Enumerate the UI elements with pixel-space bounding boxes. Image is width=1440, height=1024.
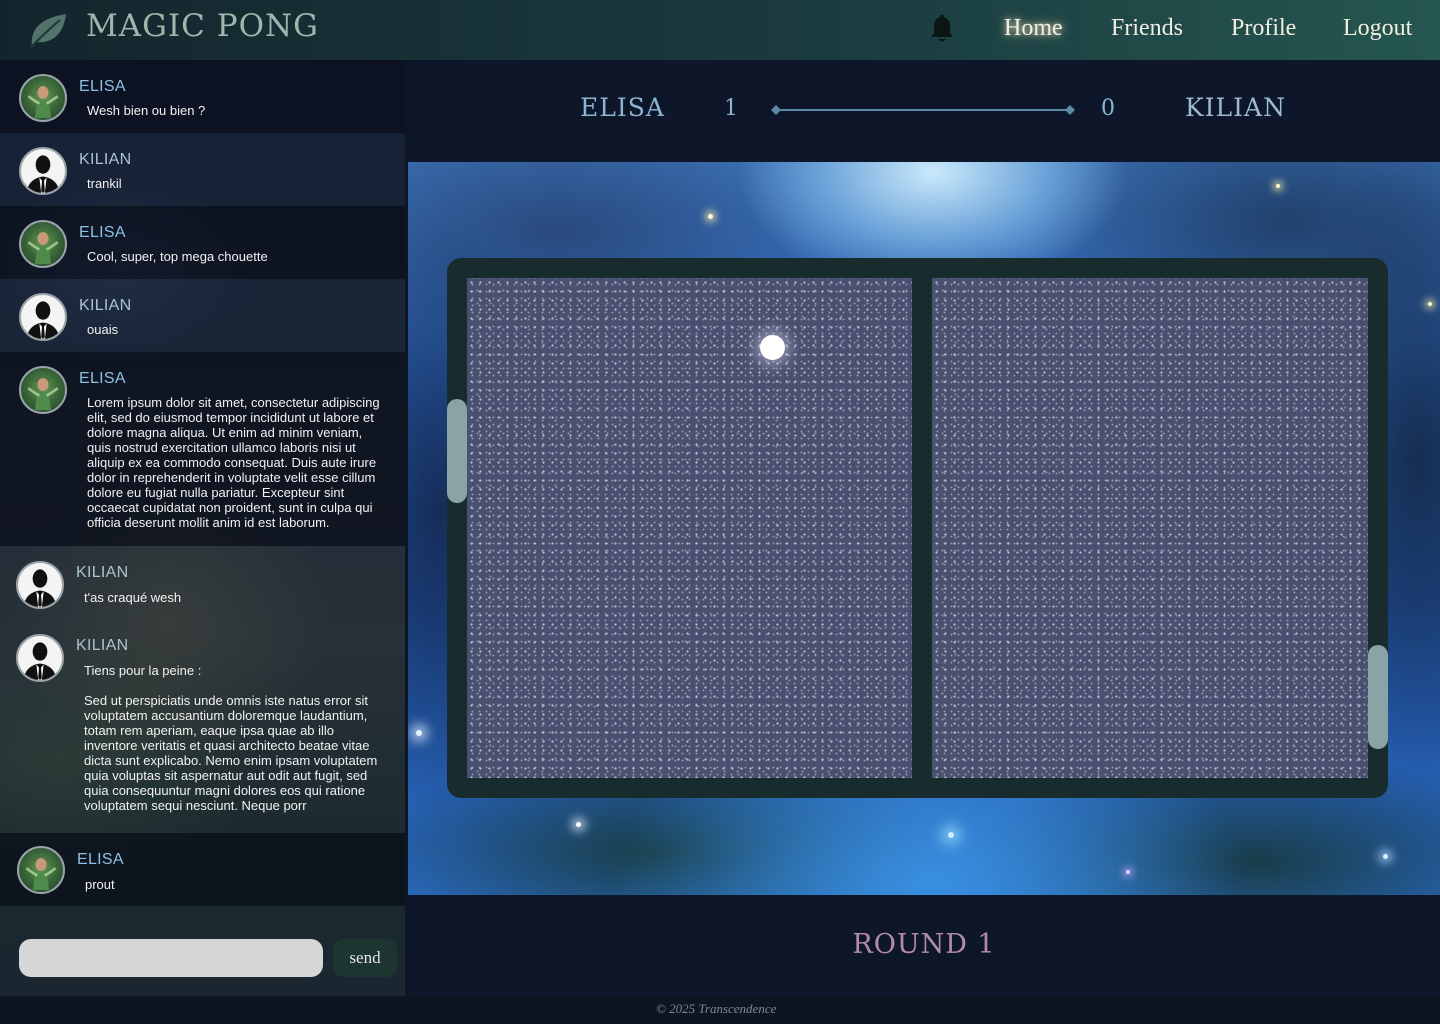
nav-link-home[interactable]: Home — [1004, 15, 1063, 42]
user-silhouette-icon — [26, 155, 60, 193]
player1-score: 1 — [724, 96, 738, 121]
message-text: Lorem ipsum dolor sit amet, consectetur … — [87, 395, 384, 530]
message-text: Wesh bien ou bien ? — [87, 103, 206, 118]
message-author: ELISA — [79, 224, 126, 241]
sparkle — [576, 822, 581, 827]
sparkle — [1428, 302, 1432, 306]
chat-message: KILIAN t'as craqué wesh — [0, 546, 405, 619]
user-silhouette-icon — [23, 642, 57, 680]
chat-message: KILIAN ouais — [0, 279, 405, 352]
message-author: KILIAN — [79, 151, 132, 168]
avatar[interactable] — [19, 147, 67, 195]
round-panel: ROUND 1 — [408, 895, 1440, 996]
round-label: ROUND 1 — [852, 929, 996, 960]
message-author: KILIAN — [76, 564, 129, 581]
avatar[interactable] — [19, 74, 67, 122]
avatar[interactable] — [19, 366, 67, 414]
nav-link-friends[interactable]: Friends — [1111, 15, 1183, 42]
message-text: trankil — [87, 176, 122, 191]
ball — [760, 335, 785, 360]
nav-link-logout[interactable]: Logout — [1343, 15, 1412, 42]
nav-link-profile[interactable]: Profile — [1231, 15, 1296, 42]
chat-message: ELISA Lorem ipsum dolor sit amet, consec… — [0, 352, 405, 546]
avatar[interactable] — [16, 561, 64, 609]
fairy-avatar-icon — [27, 376, 59, 411]
fairy-avatar-icon — [25, 856, 57, 891]
user-silhouette-icon — [23, 569, 57, 607]
navbar: MAGIC PONG Home Friends Profile Logout — [0, 0, 1440, 60]
message-text: prout — [85, 877, 115, 892]
left-field — [467, 278, 912, 778]
scoreboard: ELISA 1 0 KILIAN — [408, 60, 1440, 162]
sparkle — [1126, 870, 1130, 874]
sparkle — [1276, 184, 1280, 188]
message-text: ouais — [87, 322, 119, 337]
message-author: ELISA — [79, 78, 126, 95]
chat-message: ELISA Cool, super, top mega chouette — [0, 206, 405, 279]
send-button[interactable]: send — [333, 939, 397, 977]
fairy-avatar-icon — [27, 230, 59, 265]
chat-message: ELISA prout — [0, 833, 405, 906]
footer: © 2025 Transcendence — [0, 996, 1440, 1024]
leaf-icon[interactable] — [26, 10, 70, 50]
user-silhouette-icon — [26, 301, 60, 339]
message-author: KILIAN — [76, 637, 129, 654]
chat-message: KILIAN Tiens pour la peine : Sed ut pers… — [0, 619, 405, 833]
footer-text: © 2025 Transcendence — [656, 1001, 777, 1016]
sparkle — [1383, 854, 1388, 859]
score-divider — [771, 105, 1075, 115]
sparkle — [948, 832, 954, 838]
message-author: ELISA — [79, 370, 126, 387]
message-text: Tiens pour la peine : Sed ut perspiciati… — [84, 663, 378, 813]
player2-name: KILIAN — [1185, 93, 1286, 122]
avatar[interactable] — [17, 846, 65, 894]
chat-input[interactable] — [19, 939, 323, 977]
chat-sidebar: ELISA Wesh bien ou bien ? KILIAN trankil… — [0, 60, 405, 996]
right-field — [932, 278, 1368, 778]
avatar[interactable] — [16, 634, 64, 682]
player1-name: ELISA — [580, 93, 665, 122]
avatar[interactable] — [19, 293, 67, 341]
message-text: Cool, super, top mega chouette — [87, 249, 268, 264]
message-author: KILIAN — [79, 297, 132, 314]
sparkle — [708, 214, 713, 219]
avatar[interactable] — [19, 220, 67, 268]
sparkle — [416, 730, 422, 736]
bell-icon[interactable] — [928, 14, 956, 44]
chat-message: KILIAN trankil — [0, 133, 405, 206]
right-paddle — [1368, 645, 1388, 749]
message-author: ELISA — [77, 851, 124, 868]
fairy-avatar-icon — [27, 84, 59, 119]
app-brand[interactable]: MAGIC PONG — [86, 8, 319, 44]
chat-message: ELISA Wesh bien ou bien ? — [0, 60, 405, 133]
message-text: t'as craqué wesh — [84, 590, 182, 605]
left-paddle[interactable] — [447, 399, 467, 503]
player2-score: 0 — [1101, 96, 1115, 121]
